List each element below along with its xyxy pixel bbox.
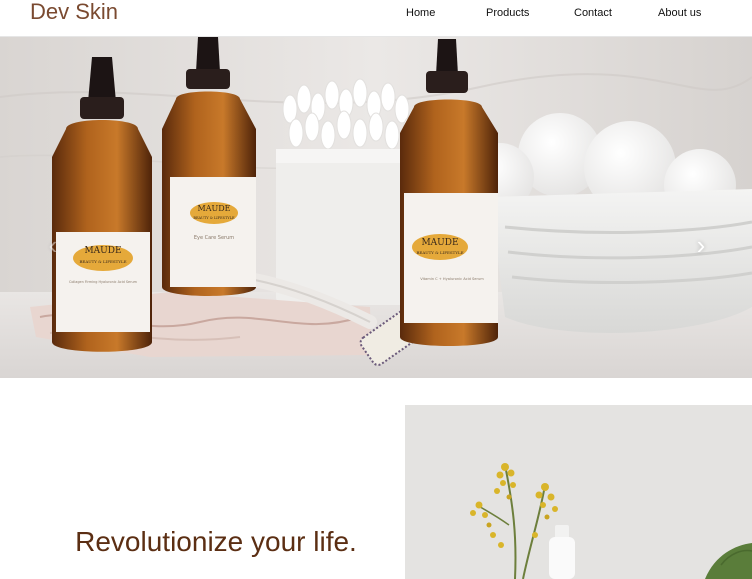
brand-logo[interactable]: Dev Skin <box>30 0 118 26</box>
nav-link-products[interactable]: Products <box>486 7 529 19</box>
bottle-3-name: Vitamin C + Hyaluronic Acid Serum <box>420 277 484 281</box>
nav-link-contact[interactable]: Contact <box>574 7 612 19</box>
bottle-1-brand: MAUDE <box>84 246 121 256</box>
bottle-1-line: BEAUTY & LIFESTYLE <box>79 259 126 264</box>
chevron-right-icon: › <box>696 230 706 260</box>
bottle-2-name: Eye Care Serum <box>194 235 234 241</box>
bottle-2-brand: MAUDE <box>198 204 231 213</box>
bottle-2-line: BEAUTY & LIFESTYLE <box>193 216 235 220</box>
nav-link-about-us[interactable]: About us <box>658 7 701 19</box>
bottle-3-line: BEAUTY & LIFESTYLE <box>416 250 463 255</box>
chevron-left-icon: ‹ <box>48 230 58 260</box>
nav-link-home[interactable]: Home <box>406 7 435 19</box>
navbar: Dev Skin Home Products Contact About us <box>0 0 752 37</box>
bottle-3-brand: MAUDE <box>421 238 458 248</box>
carousel-prev-button[interactable]: ‹ <box>38 227 68 263</box>
feature-image <box>405 405 752 579</box>
carousel-next-button[interactable]: › <box>686 227 716 263</box>
hero-carousel: MAUDE BEAUTY & LIFESTYLE Collagen Firmin… <box>0 37 752 378</box>
hero-slide-image: MAUDE BEAUTY & LIFESTYLE Collagen Firmin… <box>0 37 752 378</box>
flower-bottle-photo <box>405 405 752 579</box>
feature-heading: Revolutionize your life. <box>75 526 357 557</box>
bottle-1-name: Collagen Firming Hyaluronic Acid Serum <box>69 280 138 284</box>
